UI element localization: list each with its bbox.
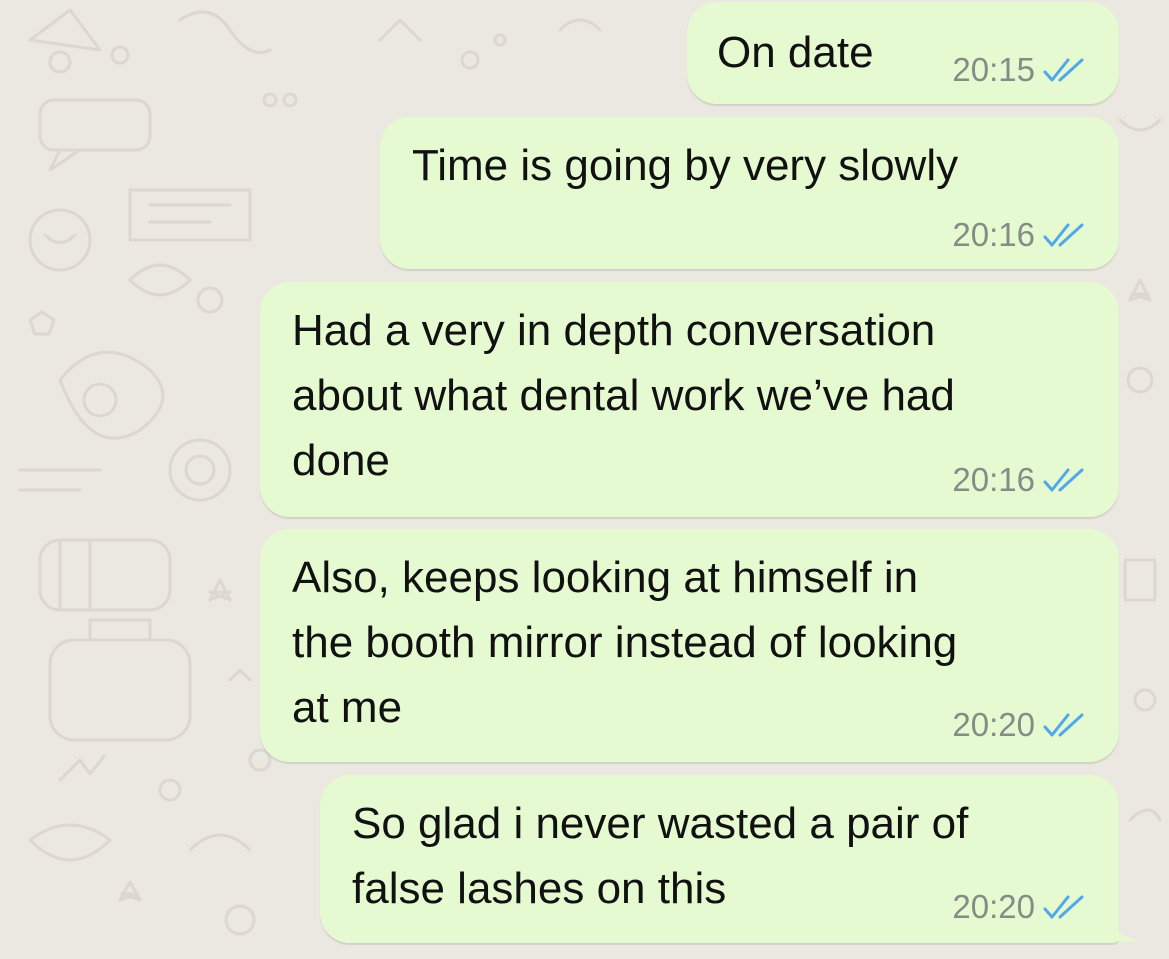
message-meta: 20:15 (952, 52, 1089, 88)
message-bubble[interactable]: On date 20:15 (687, 2, 1119, 104)
message-bubble[interactable]: Had a very in depth conversation about w… (260, 282, 1119, 517)
message-text: So glad i never wasted a pair of false l… (352, 799, 969, 913)
message-timestamp: 20:20 (952, 706, 1035, 743)
bubble-tail (1100, 903, 1138, 942)
double-check-read-icon (1043, 58, 1084, 82)
message-bubble[interactable]: Time is going by very slowly 20:16 (380, 117, 1119, 269)
double-check-read-icon (1043, 468, 1084, 492)
message-meta: 20:20 (952, 707, 1089, 743)
message-meta: 20:16 (952, 462, 1089, 498)
message-text: Had a very in depth conversation about w… (292, 306, 955, 485)
message-meta: 20:16 (952, 217, 1089, 253)
double-check-read-icon (1043, 223, 1084, 247)
message-timestamp: 20:20 (952, 888, 1035, 925)
message-meta: 20:20 (952, 889, 1089, 925)
double-check-read-icon (1043, 713, 1084, 737)
double-check-read-icon (1043, 895, 1084, 919)
message-timestamp: 20:16 (952, 216, 1035, 253)
message-bubble[interactable]: So glad i never wasted a pair of false l… (320, 775, 1119, 943)
message-timestamp: 20:16 (952, 461, 1035, 498)
message-timestamp: 20:15 (952, 51, 1035, 88)
message-text: Time is going by very slowly (412, 141, 959, 190)
message-bubble[interactable]: Also, keeps looking at himself in the bo… (260, 529, 1119, 762)
message-text: On date (717, 28, 874, 77)
message-text: Also, keeps looking at himself in the bo… (292, 553, 958, 732)
